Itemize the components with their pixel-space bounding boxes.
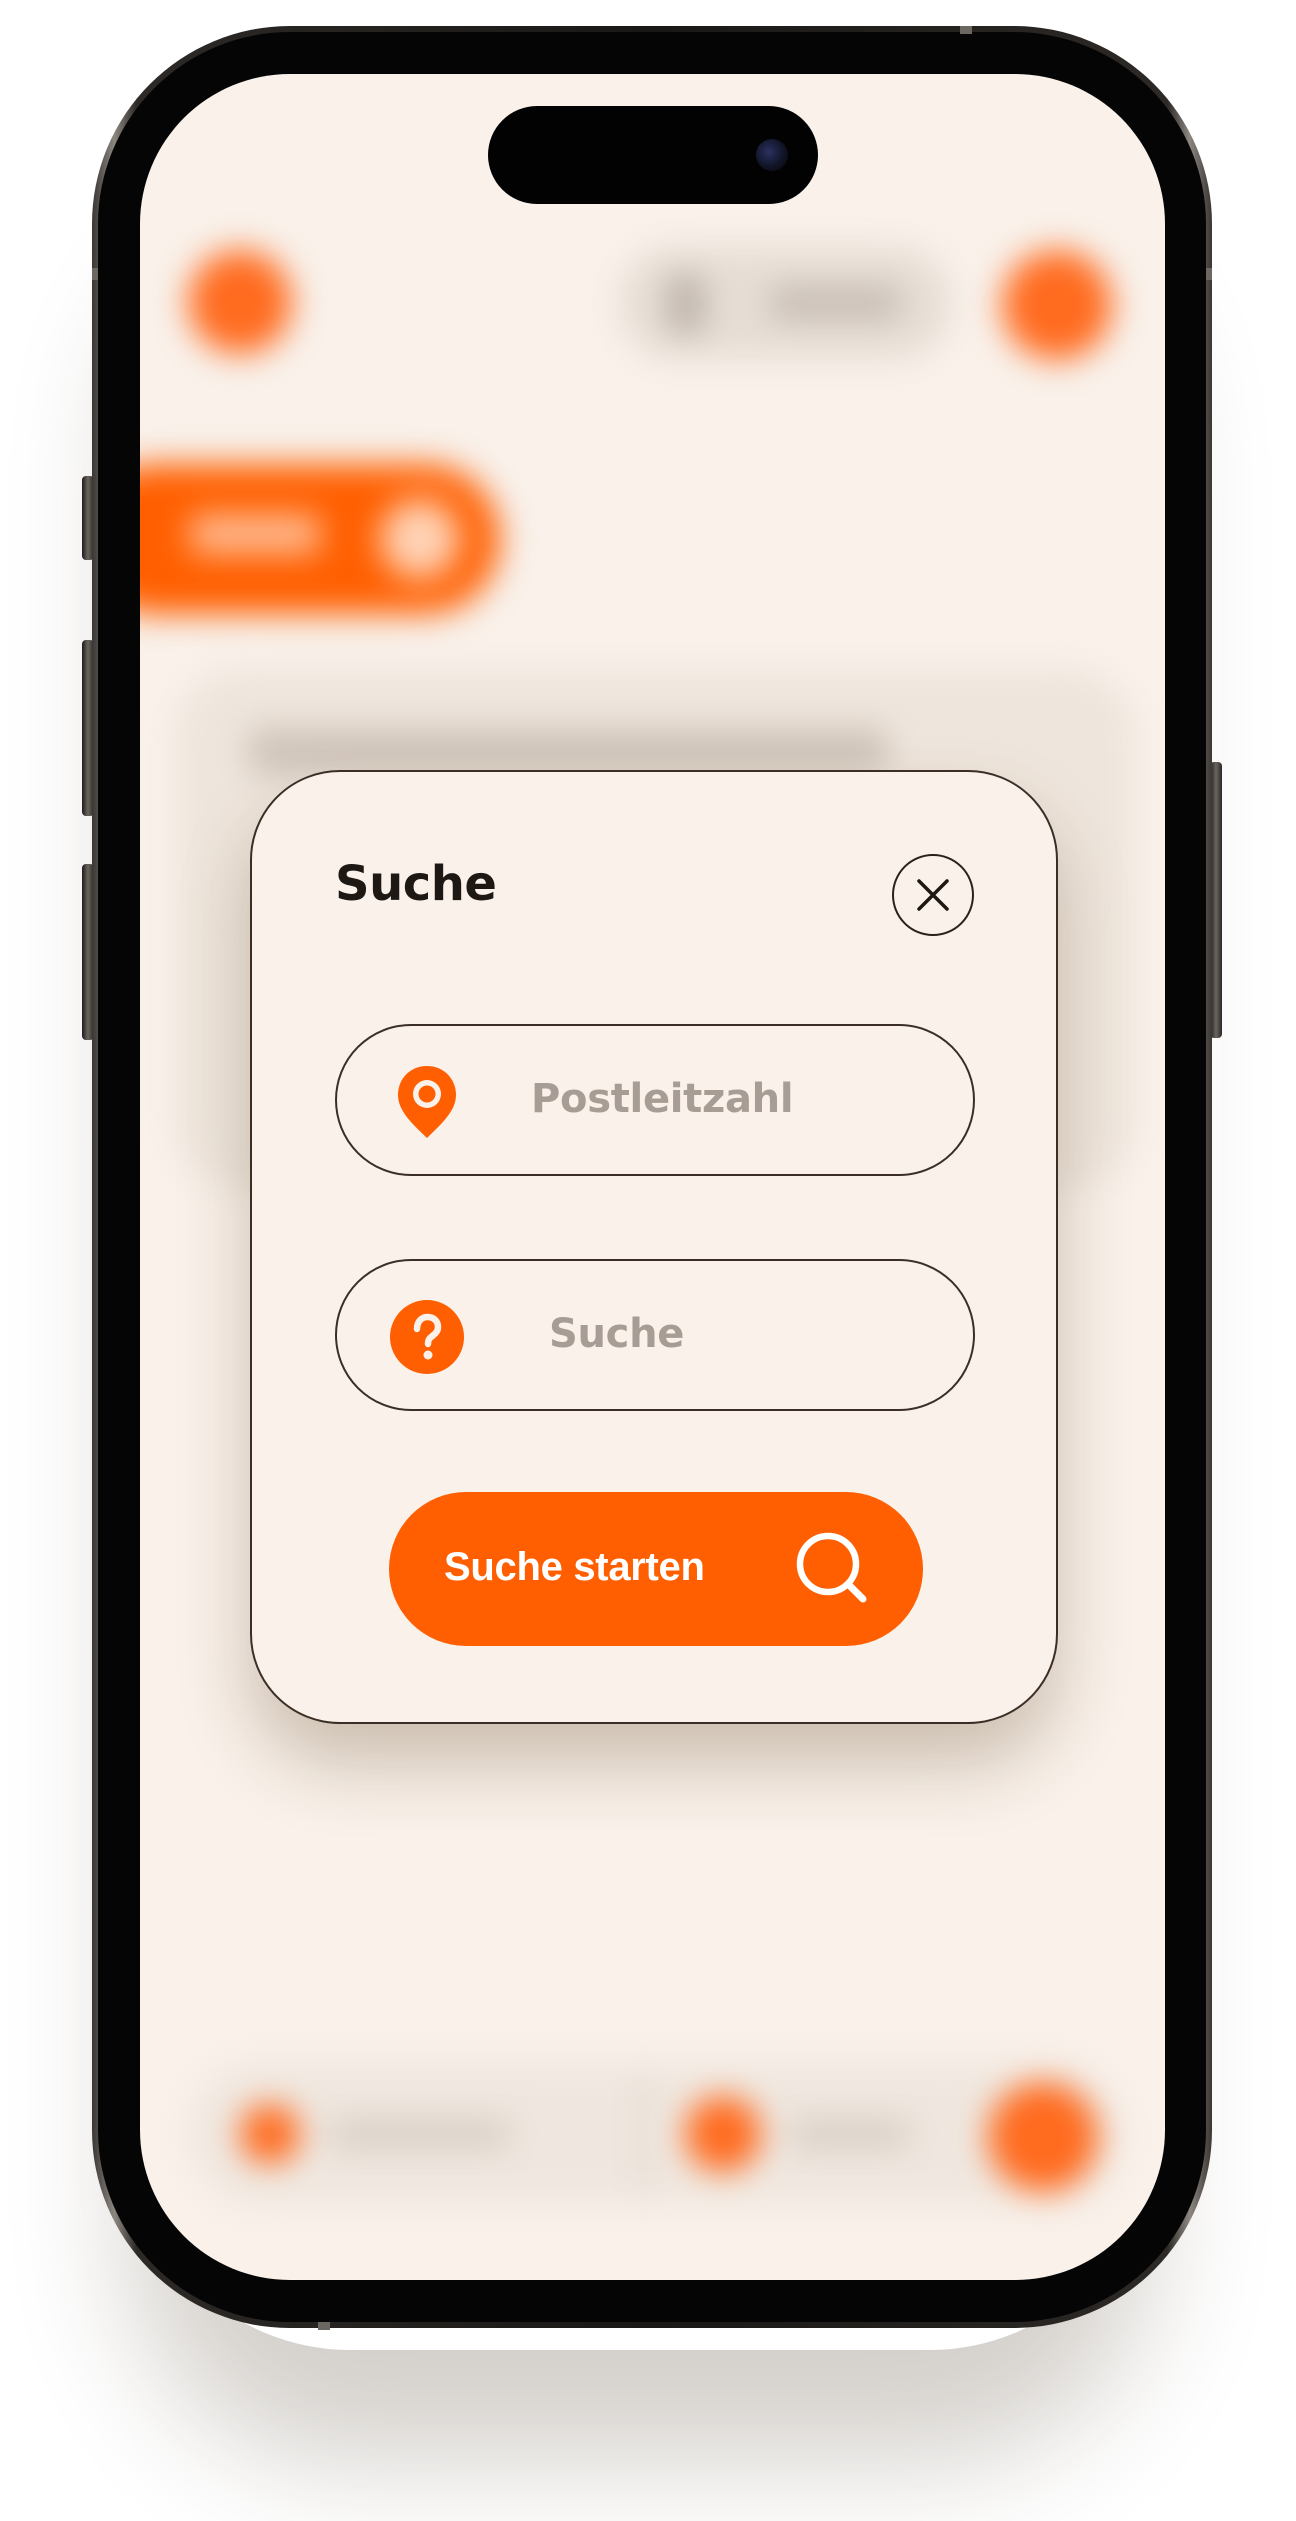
start-search-label: Suche starten <box>444 1545 705 1589</box>
antenna-line <box>318 2322 330 2330</box>
tab-label <box>330 2119 510 2149</box>
tab-divider <box>640 2074 646 2194</box>
content-card-title <box>248 728 888 774</box>
antenna-line <box>960 26 972 34</box>
antenna-line <box>1206 268 1212 280</box>
category-chip-text <box>190 514 320 554</box>
close-icon <box>917 879 949 911</box>
tab-label <box>790 2119 910 2149</box>
start-search-button[interactable]: Suche starten <box>389 1492 923 1646</box>
category-chip-icon <box>380 499 460 579</box>
modal-title: Suche <box>335 856 497 912</box>
tab-icon <box>988 2082 1098 2192</box>
question-icon <box>389 1299 465 1375</box>
tab-icon <box>240 2104 300 2164</box>
search-icon <box>796 1532 867 1603</box>
search-query-placeholder: Suche <box>549 1311 685 1357</box>
header-pill-icon <box>668 274 704 334</box>
antenna-line <box>92 268 98 280</box>
search-modal: Suche Postleitzahl Suche Suche starten <box>250 770 1058 1724</box>
dynamic-island <box>488 106 818 204</box>
screen: Suche Postleitzahl Suche Suche starten <box>140 74 1165 2280</box>
location-pin-icon <box>389 1064 465 1140</box>
search-query-input[interactable]: Suche <box>335 1259 975 1411</box>
camera-icon <box>756 139 788 171</box>
menu-button <box>1002 250 1112 360</box>
avatar <box>188 250 292 354</box>
close-button[interactable] <box>892 854 974 936</box>
zip-code-placeholder: Postleitzahl <box>531 1076 794 1122</box>
zip-code-input[interactable]: Postleitzahl <box>335 1024 975 1176</box>
tab-icon <box>685 2096 761 2172</box>
header-pill-text <box>770 286 900 320</box>
